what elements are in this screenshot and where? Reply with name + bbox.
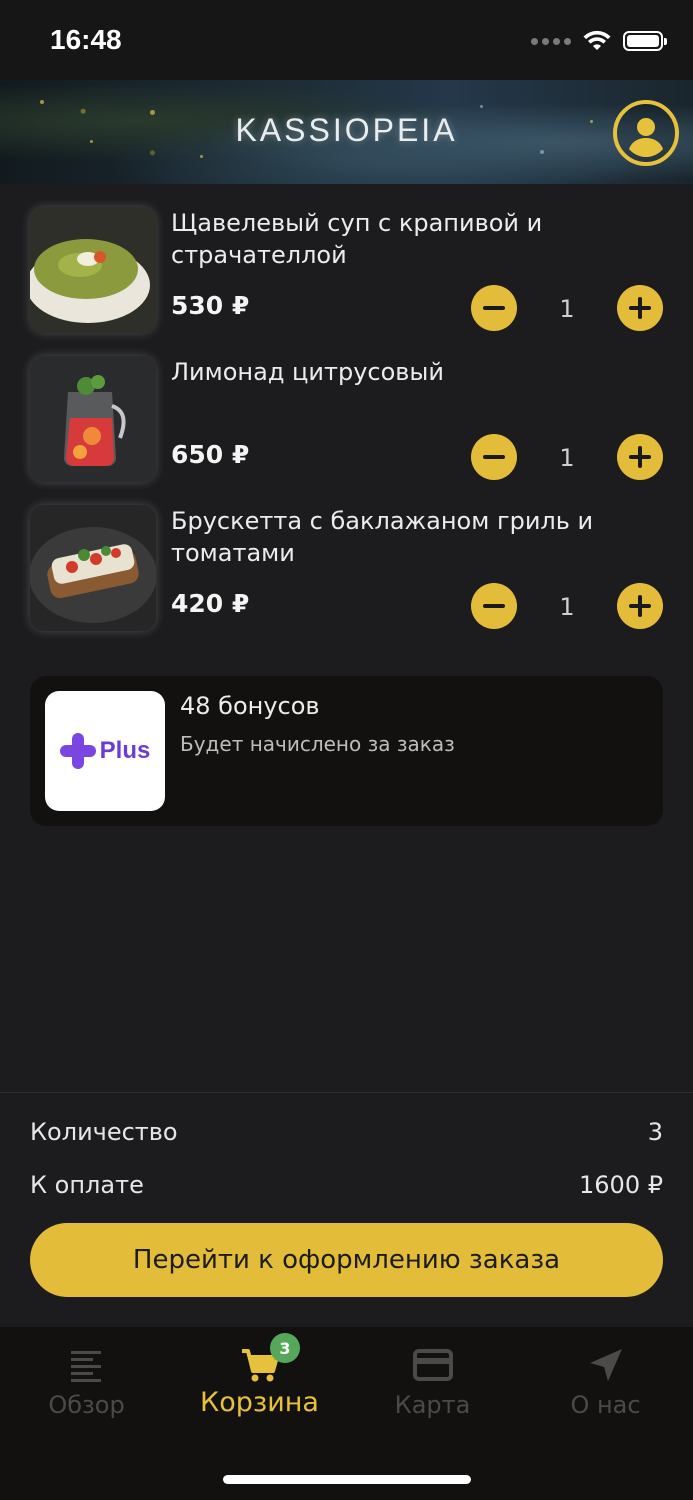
wifi-icon xyxy=(583,30,611,50)
home-indicator xyxy=(223,1475,471,1484)
checkout-button[interactable]: Перейти к оформлению заказа xyxy=(30,1223,663,1297)
bonus-subtitle: Будет начислено за заказ xyxy=(180,732,455,756)
tab-cart[interactable]: 3 Корзина xyxy=(173,1327,346,1437)
navigation-arrow-icon xyxy=(589,1349,622,1381)
status-indicators xyxy=(531,30,667,52)
soup-bowl-image xyxy=(30,207,156,333)
tab-overview[interactable]: Обзор xyxy=(0,1327,173,1437)
tab-card[interactable]: Карта xyxy=(346,1327,519,1437)
item-price: 420 ₽ xyxy=(171,589,250,618)
item-name: Брускетта с баклажаном гриль и томатами xyxy=(171,507,594,567)
total-value: 1600 ₽ xyxy=(579,1171,663,1199)
quantity-value: 3 xyxy=(647,1118,663,1146)
item-quantity: 1 xyxy=(559,444,575,472)
status-bar: 16:48 xyxy=(0,0,693,80)
lemonade-jug-image xyxy=(30,356,156,482)
battery-icon xyxy=(623,31,667,51)
app-logo: KASSIOPEIA xyxy=(235,112,458,148)
cart-item: Брускетта с баклажаном гриль и томатами … xyxy=(30,505,663,631)
item-image xyxy=(30,207,156,333)
status-time: 16:48 xyxy=(50,24,122,55)
item-image xyxy=(30,505,156,631)
increase-quantity-button[interactable] xyxy=(617,583,663,629)
bonus-card: Plus 48 бонусов Будет начислено за заказ xyxy=(30,676,663,826)
user-circle-icon xyxy=(629,118,663,157)
item-quantity: 1 xyxy=(559,593,575,621)
increase-quantity-button[interactable] xyxy=(617,434,663,480)
plus-icon xyxy=(59,733,96,769)
tab-label: Обзор xyxy=(48,1391,125,1419)
tab-label: О нас xyxy=(570,1391,641,1419)
cart-badge: 3 xyxy=(270,1333,300,1363)
item-name: Лимонад цитрусовый xyxy=(171,358,444,386)
tab-label: Карта xyxy=(394,1391,471,1419)
quantity-label: Количество xyxy=(30,1118,178,1146)
bonus-title: 48 бонусов xyxy=(180,692,320,720)
card-icon xyxy=(412,1349,453,1381)
tab-about[interactable]: О нас xyxy=(519,1327,692,1437)
increase-quantity-button[interactable] xyxy=(617,285,663,331)
plus-logo-text: Plus xyxy=(99,737,151,764)
signal-icon xyxy=(531,37,571,45)
summary-divider xyxy=(0,1092,693,1093)
bruschetta-plate-image xyxy=(30,505,156,631)
profile-button[interactable] xyxy=(613,100,679,166)
total-label: К оплате xyxy=(30,1171,144,1199)
item-price: 650 ₽ xyxy=(171,440,250,469)
decrease-quantity-button[interactable] xyxy=(471,285,517,331)
list-icon xyxy=(70,1351,101,1382)
item-name: Щавелевый суп с крапивой и страчателлой xyxy=(171,209,543,269)
item-image xyxy=(30,356,156,482)
item-price: 530 ₽ xyxy=(171,291,250,320)
plus-logo: Plus xyxy=(45,691,165,811)
item-quantity: 1 xyxy=(559,295,575,323)
summary-total-row: К оплате 1600 ₽ xyxy=(30,1171,663,1199)
summary-quantity-row: Количество 3 xyxy=(30,1118,663,1146)
app-header: KASSIOPEIA xyxy=(0,80,693,184)
cart-item: Лимонад цитрусовый 650 ₽ 1 xyxy=(30,356,663,482)
tab-bar: Обзор 3 Корзина Карта О нас xyxy=(0,1327,693,1500)
tab-label: Корзина xyxy=(200,1387,319,1418)
decrease-quantity-button[interactable] xyxy=(471,434,517,480)
decrease-quantity-button[interactable] xyxy=(471,583,517,629)
cart-item: Щавелевый суп с крапивой и страчателлой … xyxy=(30,207,663,333)
